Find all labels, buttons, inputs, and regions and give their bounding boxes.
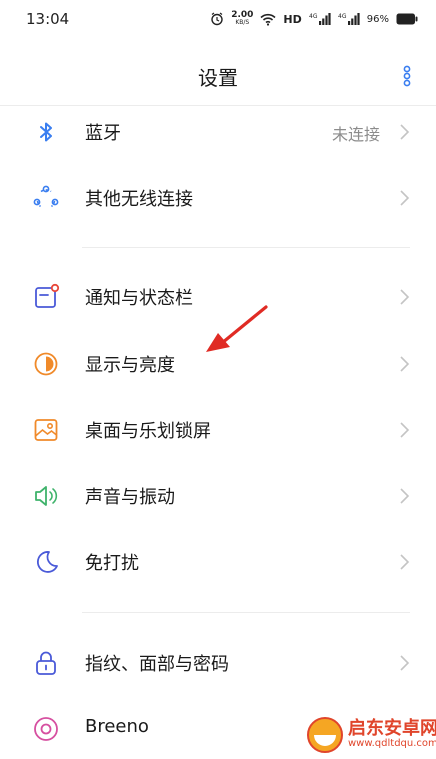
signal-icon: 4G xyxy=(309,12,331,26)
settings-item-sound-vibration[interactable]: 声音与振动 xyxy=(0,466,436,526)
section-divider xyxy=(82,612,410,613)
settings-item-label: 免打扰 xyxy=(85,553,139,574)
watermark: 启东安卓网 www.qdltdqu.com xyxy=(306,712,436,758)
chevron-right-icon xyxy=(400,356,410,372)
settings-item-other-wireless[interactable]: 其他无线连接 xyxy=(0,168,436,228)
header: 设置 xyxy=(0,50,436,100)
settings-item-label: 其他无线连接 xyxy=(85,189,193,210)
settings-item-fingerprint-face-password[interactable]: 指纹、面部与密码 xyxy=(0,633,436,693)
settings-item-label: 声音与振动 xyxy=(85,487,175,508)
bluetooth-icon xyxy=(40,122,52,142)
wallpaper-icon xyxy=(34,419,58,441)
lock-icon xyxy=(36,651,56,675)
settings-item-label: 蓝牙 xyxy=(85,123,121,144)
chevron-right-icon xyxy=(400,655,410,671)
settings-item-label: 指纹、面部与密码 xyxy=(85,654,229,675)
sound-icon xyxy=(35,486,58,506)
svg-text:4G: 4G xyxy=(338,13,347,20)
settings-item-do-not-disturb[interactable]: 免打扰 xyxy=(0,532,436,592)
moon-icon xyxy=(37,551,58,573)
battery-percent: 96% xyxy=(366,13,389,25)
alarm-icon xyxy=(210,12,224,26)
chevron-right-icon xyxy=(400,289,410,305)
chevron-right-icon xyxy=(400,190,410,206)
watermark-title: 启东安卓网 xyxy=(348,718,436,739)
hd-indicator: HD xyxy=(283,12,302,26)
chevron-right-icon xyxy=(400,124,410,140)
annotation-arrow xyxy=(206,305,268,352)
svg-text:4G: 4G xyxy=(309,13,318,20)
section-divider xyxy=(82,247,410,248)
signal-icon-2: 4G xyxy=(338,12,360,26)
watermark-url: www.qdltdqu.com xyxy=(348,738,436,749)
more-vertical-icon xyxy=(403,65,411,87)
wifi-icon xyxy=(260,13,276,26)
chevron-right-icon xyxy=(400,554,410,570)
chevron-right-icon xyxy=(400,422,410,438)
settings-item-label: 通知与状态栏 xyxy=(85,288,193,309)
breeno-icon xyxy=(34,717,58,741)
settings-item-label: 桌面与乐划锁屏 xyxy=(85,421,211,442)
bluetooth-status: 未连接 xyxy=(331,125,380,144)
settings-item-bluetooth[interactable]: 蓝牙 未连接 xyxy=(0,102,436,162)
chevron-right-icon xyxy=(400,488,410,504)
brightness-icon xyxy=(34,352,58,376)
settings-item-label: Breeno xyxy=(85,716,149,737)
watermark-logo-icon xyxy=(307,717,343,753)
settings-item-desktop-lockscreen[interactable]: 桌面与乐划锁屏 xyxy=(0,400,436,460)
status-bar: 13:04 2.00 KB/S HD 4G 4G 96% xyxy=(0,0,436,40)
notification-icon xyxy=(35,283,60,308)
page-title: 设置 xyxy=(198,66,238,90)
battery-icon xyxy=(396,13,418,25)
status-time: 13:04 xyxy=(26,10,70,28)
network-speed-value: 2.00 xyxy=(231,10,254,20)
wireless-connection-icon xyxy=(33,185,59,208)
network-speed: 2.00 KB/S xyxy=(231,11,253,27)
settings-item-label: 显示与亮度 xyxy=(85,355,175,376)
more-options-button[interactable] xyxy=(400,64,414,88)
network-speed-unit: KB/S xyxy=(235,19,250,26)
